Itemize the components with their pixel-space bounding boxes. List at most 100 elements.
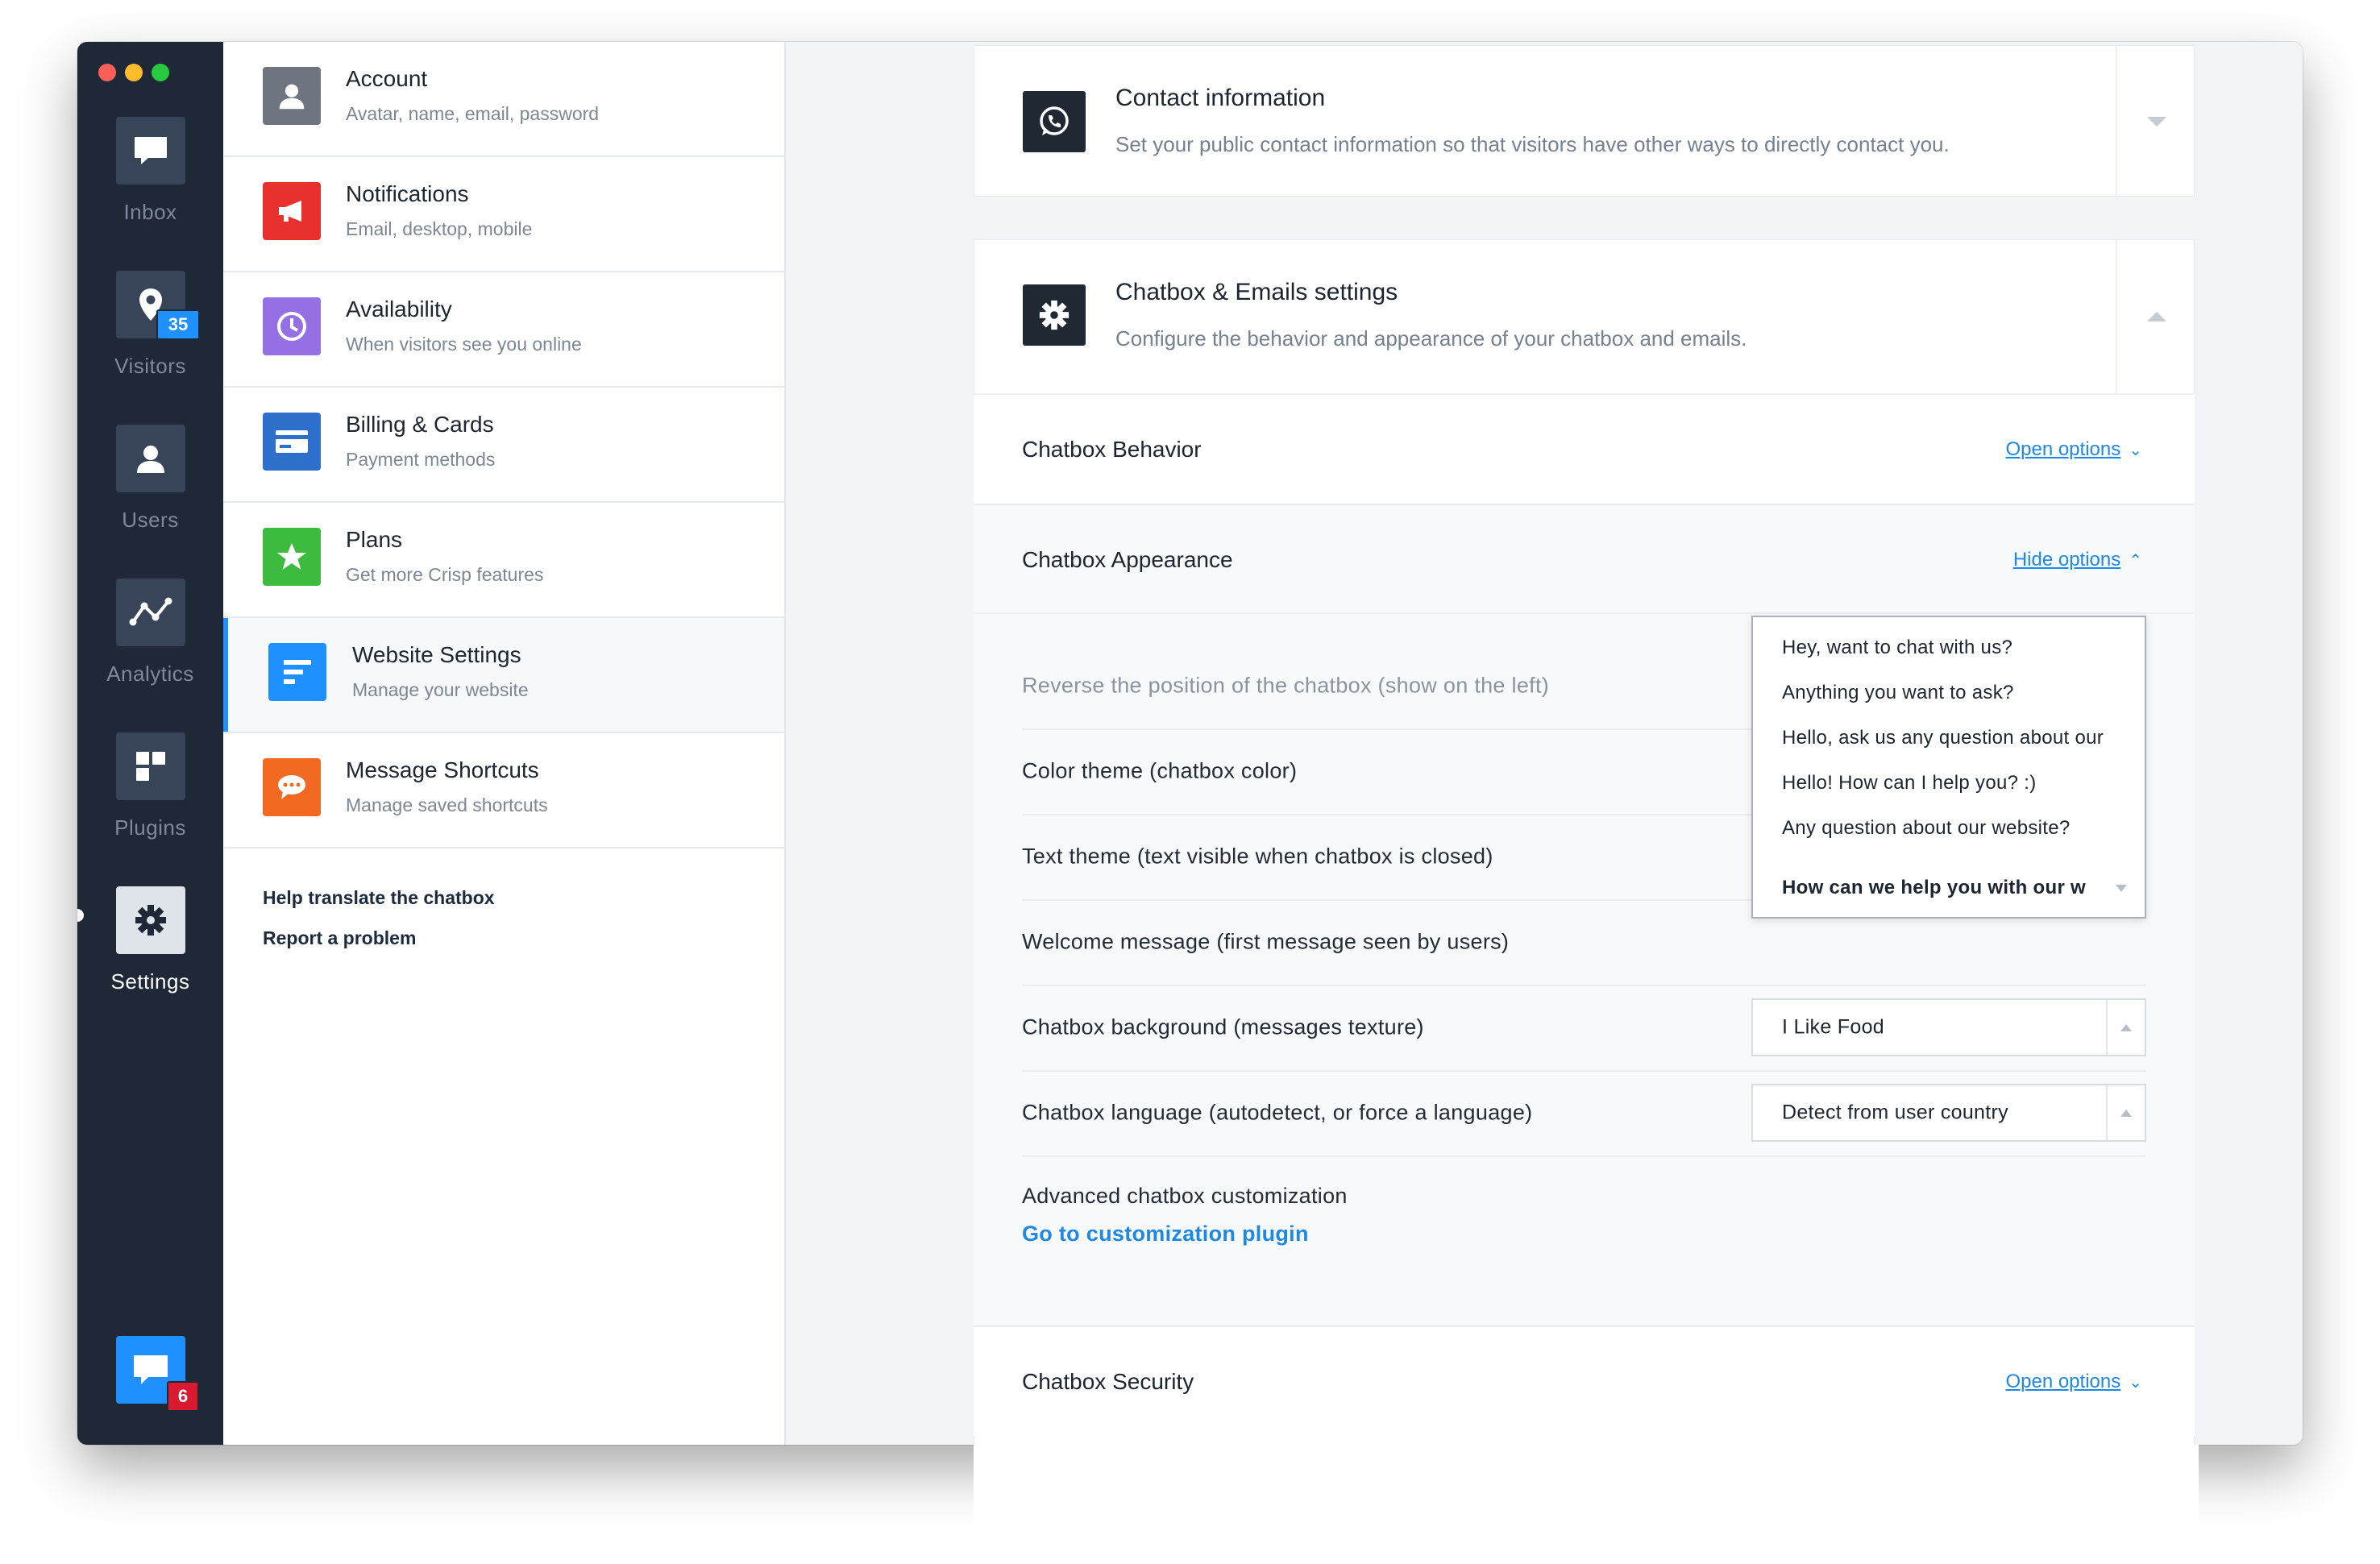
menu-item-plans[interactable]: Plans Get more Crisp features [223, 503, 784, 618]
rail-label: Settings [110, 969, 190, 994]
option-label: Chatbox language (autodetect, or force a… [1022, 1100, 1533, 1125]
speech-bubble-icon [263, 758, 321, 816]
nav-rail: Inbox 35 Visitors Users Analytics Plugin… [77, 42, 223, 1445]
menu-item-availability[interactable]: Availability When visitors see you onlin… [223, 272, 784, 388]
contact-info-card: Contact information Set your public cont… [974, 45, 2195, 197]
option-label: Color theme (chatbox color) [1022, 758, 1298, 783]
hide-options-link[interactable]: Hide options ⌃ [2013, 549, 2142, 571]
maximize-window-button[interactable] [152, 64, 169, 81]
chevron-up-icon [2106, 1085, 2145, 1140]
chevron-up-icon [2146, 312, 2166, 322]
section-title: Chatbox Appearance [1022, 546, 1233, 572]
menu-item-message-shortcuts[interactable]: Message Shortcuts Manage saved shortcuts [223, 733, 784, 848]
chevron-up-icon [2106, 1000, 2145, 1055]
selected-option: How can we help you with our w [1782, 877, 2087, 898]
window-bottom-mask [974, 1445, 2199, 1564]
rail-item-analytics[interactable]: Analytics [77, 579, 223, 732]
welcome-message-dropdown[interactable]: Hey, want to chat with us? Anything you … [1751, 616, 2146, 919]
select-value: I Like Food [1782, 1015, 1884, 1039]
dropdown-option[interactable]: Hello! How can I help you? :) [1782, 772, 2037, 794]
plugins-icon [116, 732, 185, 800]
menu-item-title: Plans [346, 527, 403, 552]
chatbox-behavior-section: Chatbox Behavior Open options ⌄ [974, 395, 2195, 504]
chatbox-appearance-section: Chatbox Appearance Hide options ⌃ [974, 504, 2195, 614]
user-icon [116, 425, 185, 492]
menu-item-notifications[interactable]: Notifications Email, desktop, mobile [223, 157, 784, 272]
rail-label: Users [122, 508, 179, 532]
whatsapp-icon [1023, 91, 1086, 152]
section-title: Chatbox Behavior [1022, 436, 1202, 462]
chatbox-settings-title: Chatbox & Emails settings [1115, 279, 1398, 305]
chatbox-settings-header[interactable]: Chatbox & Emails settings Configure the … [974, 240, 2195, 393]
analytics-icon [116, 579, 185, 646]
chevron-down-icon [2146, 117, 2166, 127]
menu-item-subtitle: Avatar, name, email, password [346, 103, 600, 124]
menu-item-subtitle: When visitors see you online [346, 334, 582, 355]
dropdown-option[interactable]: Anything you want to ask? [1782, 682, 2014, 704]
menu-item-subtitle: Payment methods [346, 449, 496, 470]
contact-info-header[interactable]: Contact information Set your public cont… [974, 46, 2195, 197]
dropdown-option[interactable]: Any question about our website? [1782, 817, 2071, 840]
expand-toggle[interactable] [2116, 46, 2195, 197]
help-translate-link[interactable]: Help translate the chatbox [263, 887, 495, 909]
chat-bubble-icon [134, 1355, 168, 1384]
option-label: Reverse the position of the chatbox (sho… [1022, 673, 1550, 698]
contact-info-subtitle: Set your public contact information so t… [1115, 132, 1950, 156]
collapse-toggle[interactable] [2116, 240, 2195, 393]
menu-item-title: Website Settings [352, 642, 521, 667]
menu-item-title: Account [346, 66, 428, 91]
menu-item-billing[interactable]: Billing & Cards Payment methods [223, 388, 784, 503]
gear-icon [1023, 284, 1086, 346]
chevron-up-icon: ⌃ [2129, 551, 2142, 570]
settings-menu: Account Avatar, name, email, password No… [223, 42, 786, 1445]
contact-info-title: Contact information [1115, 85, 1326, 111]
credit-card-icon [263, 413, 321, 471]
rail-item-visitors[interactable]: 35 Visitors [77, 271, 223, 424]
menu-item-subtitle: Get more Crisp features [346, 564, 544, 585]
chatbox-settings-subtitle: Configure the behavior and appearance of… [1115, 326, 1747, 351]
star-icon [263, 528, 321, 586]
website-settings-icon [268, 643, 326, 701]
rail-item-inbox[interactable]: Inbox [77, 117, 223, 270]
rail-label: Visitors [114, 354, 186, 378]
report-problem-link[interactable]: Report a problem [263, 927, 416, 949]
rail-item-settings[interactable]: Settings [77, 886, 223, 1039]
background-select[interactable]: I Like Food [1751, 998, 2146, 1056]
rail-item-users[interactable]: Users [77, 425, 223, 578]
open-options-link[interactable]: Open options ⌄ [2005, 1371, 2142, 1393]
menu-item-title: Message Shortcuts [346, 757, 539, 782]
close-window-button[interactable] [98, 64, 116, 81]
menu-item-subtitle: Manage saved shortcuts [346, 794, 548, 815]
menu-item-subtitle: Manage your website [352, 679, 529, 700]
select-value: Detect from user country [1782, 1101, 2008, 1124]
open-options-link[interactable]: Open options ⌄ [2005, 438, 2142, 461]
megaphone-icon [263, 182, 321, 240]
menu-item-subtitle: Email, desktop, mobile [346, 218, 533, 239]
gear-icon [116, 886, 185, 954]
menu-item-account[interactable]: Account Avatar, name, email, password [223, 42, 784, 157]
chevron-down-icon: ⌄ [2129, 441, 2142, 459]
section-title: Chatbox Security [1022, 1368, 1194, 1394]
advanced-customization-label: Advanced chatbox customization [1022, 1184, 1348, 1208]
menu-item-title: Notifications [346, 181, 469, 206]
dropdown-option[interactable]: Hey, want to chat with us? [1782, 637, 2012, 659]
customization-plugin-link[interactable]: Go to customization plugin [1022, 1222, 1309, 1247]
menu-item-title: Availability [346, 297, 452, 322]
option-label: Welcome message (first message seen by u… [1022, 929, 1510, 954]
appearance-options: Reverse the position of the chatbox (sho… [974, 612, 2195, 1327]
active-accent-bar [223, 618, 228, 732]
menu-item-title: Billing & Cards [346, 412, 494, 437]
menu-item-website-settings[interactable]: Website Settings Manage your website [223, 618, 784, 733]
chatbox-card-detail: Chatbox Behavior Open options ⌄ Chatbox A… [974, 239, 2195, 1448]
rail-label: Inbox [123, 200, 177, 224]
dropdown-selected-row[interactable]: How can we help you with our w [1753, 859, 2145, 917]
minimize-window-button[interactable] [125, 64, 143, 81]
avatar-icon [263, 67, 321, 125]
language-select[interactable]: Detect from user country [1751, 1084, 2146, 1142]
unread-count-badge: 6 [167, 1381, 199, 1412]
option-label: Chatbox background (messages texture) [1022, 1014, 1424, 1039]
dropdown-option[interactable]: Hello, ask us any question about our [1782, 727, 2104, 749]
rail-item-plugins[interactable]: Plugins [77, 732, 223, 886]
clock-icon [263, 297, 321, 355]
rail-label: Plugins [114, 815, 186, 840]
